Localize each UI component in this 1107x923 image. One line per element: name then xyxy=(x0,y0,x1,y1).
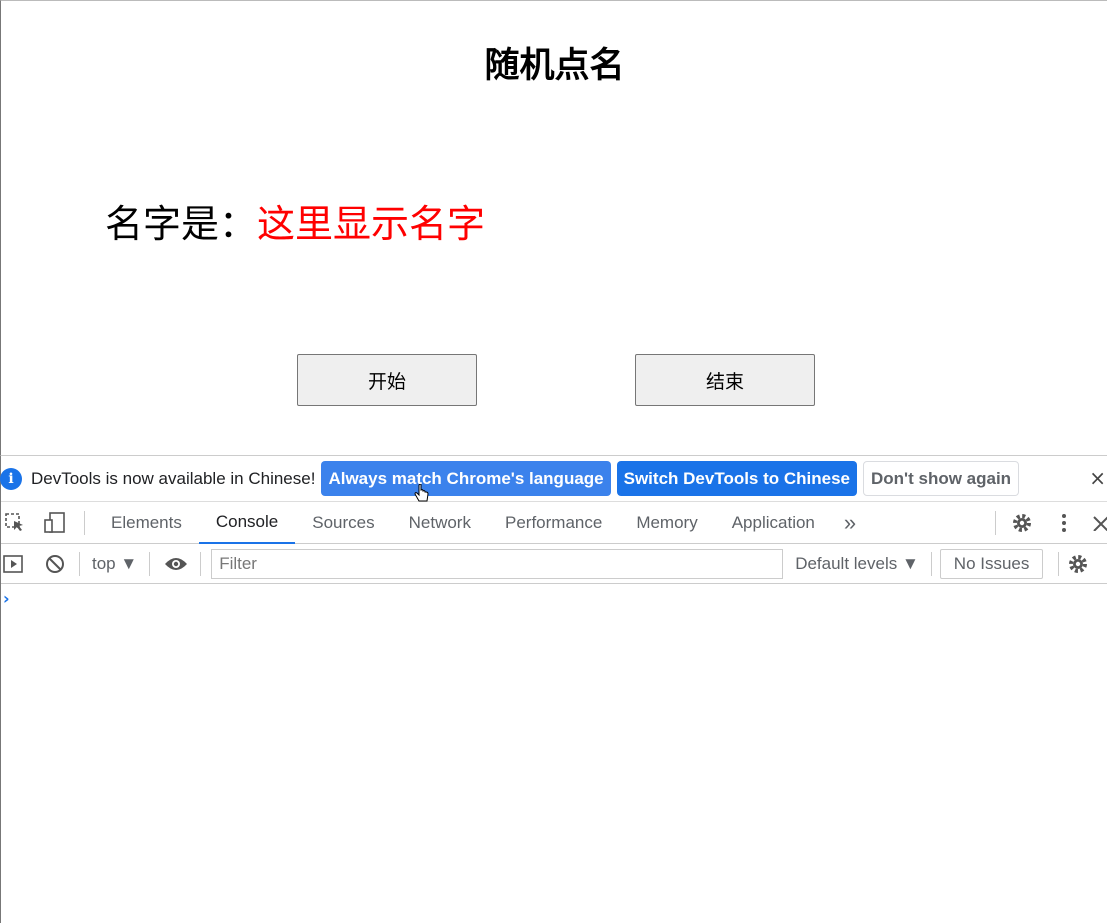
toolbar-divider xyxy=(149,551,151,576)
toolbar-divider xyxy=(995,511,996,535)
inspect-element-icon[interactable] xyxy=(3,511,27,535)
console-prompt[interactable]: › xyxy=(3,589,10,608)
tab-console[interactable]: Console xyxy=(198,502,296,544)
dont-show-again-button[interactable]: Don't show again xyxy=(863,461,1020,496)
toolbar-divider xyxy=(84,510,85,535)
settings-gear-icon[interactable] xyxy=(1010,511,1034,535)
toolbar-divider xyxy=(930,551,932,576)
console-filter-input[interactable]: Filter xyxy=(211,548,784,579)
clear-console-icon[interactable] xyxy=(43,552,67,576)
close-devtools-icon[interactable] xyxy=(1092,511,1107,535)
tab-application[interactable]: Application xyxy=(715,502,832,544)
name-display: 名字是：这里显示名字 xyxy=(105,193,485,248)
tab-elements[interactable]: Elements xyxy=(94,502,199,544)
log-levels-dropdown[interactable]: Default levels ▼ xyxy=(795,554,919,574)
toolbar-divider xyxy=(79,551,80,576)
tab-performance[interactable]: Performance xyxy=(488,502,619,544)
page-title: 随机点名 xyxy=(484,46,625,86)
more-options-icon[interactable] xyxy=(1052,511,1076,535)
always-match-language-button[interactable]: Always match Chrome's language xyxy=(321,461,611,496)
end-button[interactable]: 结束 xyxy=(635,354,815,406)
device-toolbar-icon[interactable] xyxy=(43,511,67,535)
name-label: 名字是： xyxy=(105,202,258,246)
tab-sources[interactable]: Sources xyxy=(295,502,391,544)
web-page: 随机点名 名字是：这里显示名字 开始 结束 xyxy=(0,0,1107,455)
devtools-right-tools xyxy=(995,502,1107,544)
close-icon[interactable]: × xyxy=(1089,466,1106,490)
start-button[interactable]: 开始 xyxy=(297,354,477,406)
tab-memory[interactable]: Memory xyxy=(619,502,714,544)
console-toolbar: top ▼ Filter Default levels ▼ No Issues xyxy=(1,544,1107,584)
infobar-message: DevTools is now available in Chinese! xyxy=(31,468,316,488)
info-icon: i xyxy=(0,467,22,490)
sidebar-toggle-icon[interactable] xyxy=(1,552,25,576)
tab-network[interactable]: Network xyxy=(392,502,488,544)
eye-icon[interactable] xyxy=(164,552,188,576)
switch-to-chinese-button[interactable]: Switch DevTools to Chinese xyxy=(616,461,858,496)
language-infobar: i DevTools is now available in Chinese! … xyxy=(0,456,1107,502)
name-value: 这里显示名字 xyxy=(257,202,486,246)
console-settings-gear-icon[interactable] xyxy=(1067,552,1089,576)
more-tabs-icon[interactable]: » xyxy=(832,502,868,544)
toolbar-divider xyxy=(200,551,202,576)
devtools-panel: i DevTools is now available in Chinese! … xyxy=(0,455,1107,923)
context-selector[interactable]: top ▼ xyxy=(92,554,137,574)
toolbar-divider xyxy=(1058,551,1060,576)
devtools-tabbar: Elements Console Sources Network Perform… xyxy=(1,502,1107,544)
issues-button[interactable]: No Issues xyxy=(939,548,1044,579)
